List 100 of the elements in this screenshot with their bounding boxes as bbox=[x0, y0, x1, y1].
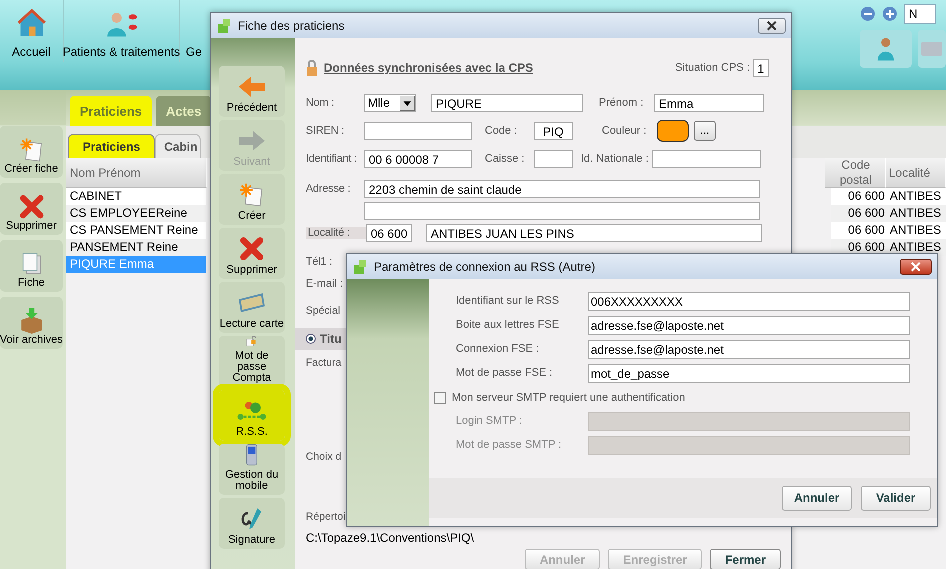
close-button[interactable] bbox=[900, 258, 932, 274]
field-label: Connexion FSE : bbox=[456, 343, 540, 355]
column-header[interactable]: Nom Prénom bbox=[66, 158, 207, 188]
input-field[interactable] bbox=[364, 202, 760, 220]
color-picker-button[interactable]: ... bbox=[694, 121, 716, 141]
card-icon bbox=[921, 42, 943, 56]
sidebar-action[interactable]: Créer fiche bbox=[0, 126, 63, 178]
toolbar-button[interactable]: Ge bbox=[180, 0, 210, 62]
right-arrow-icon bbox=[237, 129, 267, 153]
delete-icon bbox=[18, 194, 44, 220]
toolbar-button[interactable]: Patients & traitements bbox=[64, 0, 180, 62]
field-label: Répertoi bbox=[306, 511, 346, 523]
dropdown[interactable]: Mlle bbox=[364, 94, 416, 112]
sidebar-action[interactable]: Créer bbox=[219, 174, 285, 225]
person-icon bbox=[877, 36, 895, 62]
card-button[interactable] bbox=[918, 30, 946, 68]
checkbox-label: Mon serveur SMTP requiert une authentification bbox=[452, 392, 686, 404]
user-button[interactable] bbox=[860, 30, 912, 68]
field-label: Prénom : bbox=[599, 97, 645, 109]
table-cell[interactable]: CABINET bbox=[66, 188, 206, 205]
field-label: Adresse : bbox=[306, 183, 352, 195]
dialog-button[interactable]: Annuler bbox=[782, 486, 852, 510]
input-field[interactable]: 06 600 bbox=[366, 224, 412, 242]
lock-icon bbox=[306, 60, 318, 76]
input-field[interactable] bbox=[364, 122, 472, 140]
input-field[interactable]: mot_de_passe bbox=[588, 364, 910, 382]
close-icon bbox=[910, 262, 922, 272]
table-cell: 06 600 bbox=[831, 222, 887, 239]
input-field[interactable] bbox=[534, 150, 573, 168]
table-cell: 06 600 bbox=[831, 188, 887, 205]
field-label: Caisse : bbox=[485, 153, 526, 165]
caret-icon bbox=[400, 96, 415, 110]
plus-icon[interactable] bbox=[882, 6, 898, 22]
sidebar-action[interactable]: Voir archives bbox=[0, 297, 63, 349]
new-page-icon bbox=[18, 137, 44, 163]
field-label: Boite aux lettres FSE bbox=[456, 319, 560, 331]
field-label: Login SMTP : bbox=[456, 415, 524, 427]
sidebar-action[interactable]: Mot de passe Compta bbox=[219, 336, 285, 387]
sidebar-action[interactable]: Fiche bbox=[0, 240, 63, 292]
table-cell: ANTIBES bbox=[887, 188, 946, 205]
input-field[interactable]: 00 6 00008 7 bbox=[364, 150, 472, 168]
input-field[interactable]: PIQURE bbox=[431, 94, 583, 112]
field-label: E-mail : bbox=[306, 278, 344, 290]
close-button[interactable] bbox=[758, 18, 786, 34]
sidebar-action[interactable]: Signature bbox=[219, 498, 285, 549]
field-label: Id. Nationale : bbox=[581, 153, 649, 165]
column-header[interactable]: Localité bbox=[886, 158, 946, 188]
sidebar-action[interactable]: Gestion du mobile bbox=[219, 444, 285, 495]
dialog-button[interactable]: Fermer bbox=[710, 549, 781, 569]
input-field[interactable]: 2203 chemin de saint claude bbox=[364, 180, 760, 198]
field-label: Couleur : bbox=[602, 125, 648, 137]
subtab[interactable]: Cabin bbox=[155, 134, 201, 158]
input-field[interactable]: Emma bbox=[654, 94, 764, 112]
field-label: Choix d bbox=[306, 451, 342, 463]
network-gears-icon bbox=[237, 399, 267, 423]
input-field[interactable]: 006XXXXXXXXX bbox=[588, 292, 910, 310]
field-label: Tél1 : bbox=[306, 256, 334, 268]
table-cell[interactable]: CS PANSEMENT Reine bbox=[66, 222, 206, 239]
dialog-button[interactable]: Valider bbox=[861, 486, 931, 510]
input-field[interactable]: adresse.fse@laposte.net bbox=[588, 316, 910, 334]
field-label: Factura bbox=[306, 357, 342, 369]
field-label: Spécial bbox=[306, 305, 340, 317]
tab[interactable]: Praticiens bbox=[70, 96, 152, 126]
field-label: Identifiant sur le RSS bbox=[456, 295, 560, 307]
close-icon bbox=[766, 20, 778, 30]
input-field[interactable]: ANTIBES JUAN LES PINS bbox=[426, 224, 762, 242]
input-field[interactable]: 1 bbox=[753, 59, 769, 77]
field-label: Nom : bbox=[306, 97, 336, 109]
field-label: Code : bbox=[485, 125, 518, 137]
sidebar-action[interactable]: Précédent bbox=[219, 66, 285, 117]
dialog-title: Paramètres de connexion au RSS (Autre) bbox=[374, 260, 596, 274]
table-cell: ANTIBES bbox=[887, 222, 946, 239]
color-swatch[interactable] bbox=[657, 120, 689, 142]
input-field[interactable]: adresse.fse@laposte.net bbox=[588, 340, 910, 358]
search-field[interactable]: N bbox=[904, 4, 936, 24]
card-icon bbox=[237, 291, 267, 315]
app-icon bbox=[352, 258, 368, 274]
field-label: Situation CPS : bbox=[675, 62, 750, 74]
field-label: Mot de passe SMTP : bbox=[456, 439, 563, 451]
checkbox[interactable] bbox=[434, 392, 446, 404]
column-header[interactable]: Code postal bbox=[825, 158, 886, 188]
subtab[interactable]: Praticiens bbox=[68, 134, 156, 158]
directory-path: C:\Topaze9.1\Conventions\PIQ\ bbox=[306, 531, 476, 545]
field-label: Identifiant : bbox=[306, 153, 358, 165]
field-label: Mot de passe FSE : bbox=[456, 367, 554, 379]
box-icon bbox=[18, 308, 44, 334]
window-title: Fiche des praticiens bbox=[238, 18, 346, 32]
input-field[interactable]: PIQ bbox=[534, 122, 573, 140]
toolbar-button[interactable]: Accueil bbox=[0, 0, 64, 62]
field-label: Localité : bbox=[306, 227, 366, 239]
sidebar-action[interactable]: Lecture carte bbox=[219, 282, 285, 333]
sidebar-action[interactable]: R.S.S. bbox=[219, 390, 285, 441]
radio-button[interactable] bbox=[306, 334, 316, 344]
left-arrow-icon bbox=[237, 75, 267, 99]
sidebar-action[interactable]: Supprimer bbox=[0, 183, 63, 235]
app-icon bbox=[216, 18, 232, 34]
section-heading: Données synchronisées avec la CPS bbox=[324, 61, 534, 75]
minus-icon[interactable] bbox=[860, 6, 876, 22]
sidebar-action[interactable]: Supprimer bbox=[219, 228, 285, 279]
input-field[interactable] bbox=[652, 150, 761, 168]
